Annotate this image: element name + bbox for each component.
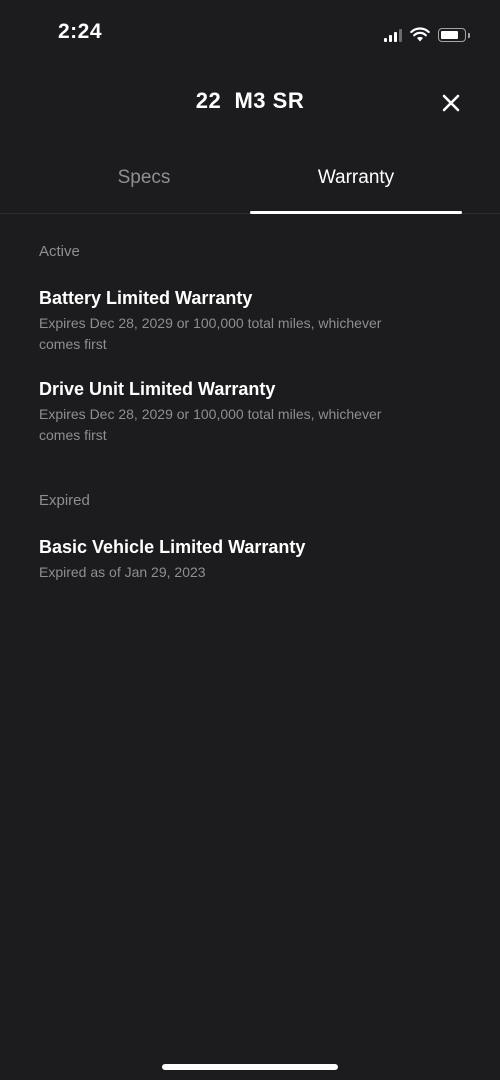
active-tab-indicator <box>250 211 462 214</box>
home-indicator[interactable] <box>162 1064 338 1070</box>
status-bar: 2:24 <box>0 0 500 66</box>
cellular-signal-icon <box>384 28 402 42</box>
warranty-list: Active Battery Limited Warranty Expires … <box>39 243 469 583</box>
tab-bar: Specs Warranty <box>0 150 500 214</box>
close-button[interactable] <box>436 88 466 118</box>
warranty-title: Drive Unit Limited Warranty <box>39 379 276 399</box>
close-icon <box>442 94 460 112</box>
vehicle-title: 22 M3 SR <box>195 88 305 113</box>
status-icons <box>384 24 470 42</box>
tab-specs[interactable]: Specs <box>38 150 250 214</box>
wifi-icon <box>410 27 430 42</box>
section-label-active: Active <box>39 243 80 260</box>
warranty-item-basic-vehicle: Basic Vehicle Limited Warranty Expired a… <box>39 535 469 583</box>
warranty-detail: Expires Dec 28, 2029 or 100,000 total mi… <box>39 315 382 352</box>
tab-warranty[interactable]: Warranty <box>250 150 462 214</box>
battery-icon <box>438 28 470 42</box>
warranty-title: Basic Vehicle Limited Warranty <box>39 537 306 557</box>
section-label-expired: Expired <box>39 492 90 509</box>
warranty-detail: Expired as of Jan 29, 2023 <box>39 564 206 580</box>
warranty-item-battery: Battery Limited Warranty Expires Dec 28,… <box>39 286 469 355</box>
warranty-title: Battery Limited Warranty <box>39 288 253 308</box>
header: 22 M3 SR <box>0 80 500 126</box>
status-time: 2:24 <box>58 20 103 43</box>
warranty-detail: Expires Dec 28, 2029 or 100,000 total mi… <box>39 406 382 443</box>
warranty-item-drive-unit: Drive Unit Limited Warranty Expires Dec … <box>39 377 469 446</box>
